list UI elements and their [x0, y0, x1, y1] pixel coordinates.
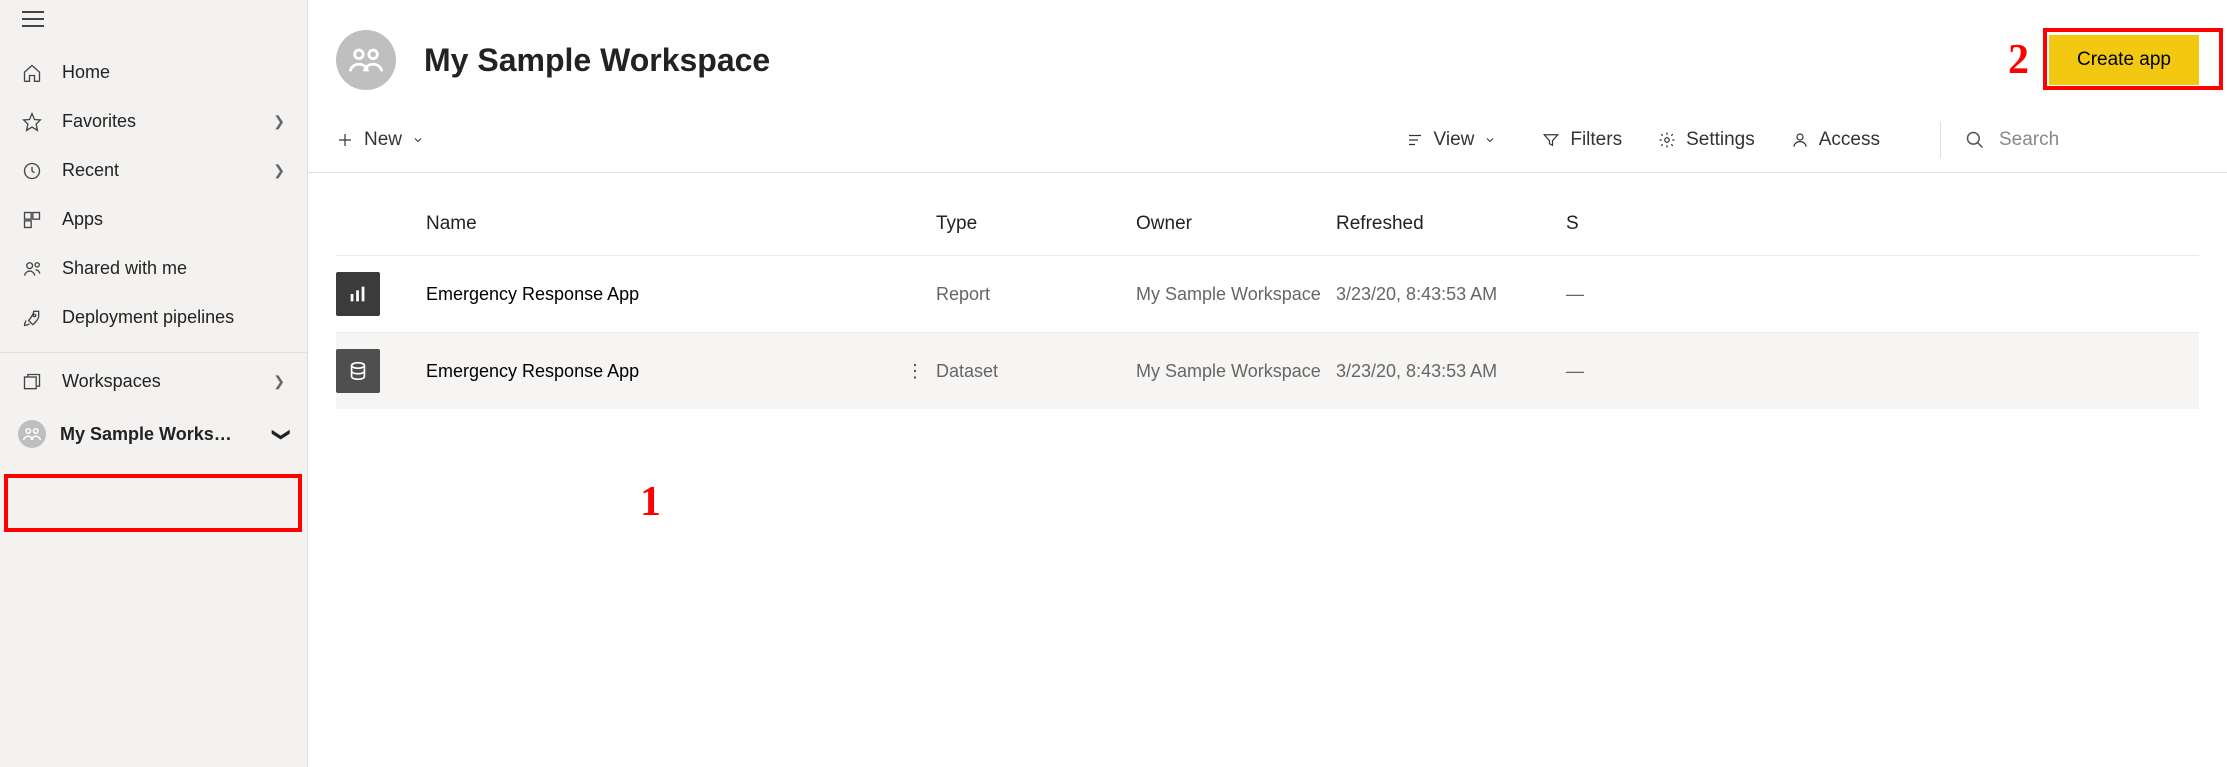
- sidebar-item-favorites[interactable]: Favorites ❯: [0, 97, 307, 146]
- workspaces-icon: [22, 372, 50, 392]
- settings-button[interactable]: Settings: [1658, 129, 1755, 151]
- view-button[interactable]: View: [1406, 129, 1507, 151]
- shared-icon: [22, 259, 50, 279]
- annotation-box-2: [2043, 28, 2223, 90]
- col-header-sensitivity[interactable]: S: [1566, 213, 2199, 235]
- new-label: New: [364, 129, 402, 151]
- page-title: My Sample Workspace: [424, 42, 770, 79]
- sidebar-item-label: Workspaces: [62, 371, 273, 392]
- chevron-down-icon: [1484, 134, 1496, 146]
- table-header-row: Name Type Owner Refreshed S: [336, 193, 2199, 255]
- home-icon: [22, 63, 50, 83]
- annotation-box-1: [4, 474, 302, 532]
- sidebar-current-workspace[interactable]: My Sample Works… ❯: [0, 406, 307, 462]
- workspace-avatar-icon: [18, 420, 46, 448]
- item-type: Dataset: [936, 361, 1136, 382]
- access-label: Access: [1819, 129, 1880, 151]
- item-name: Emergency Response App: [426, 361, 906, 382]
- sidebar-item-label: Recent: [62, 160, 273, 181]
- item-sensitivity: —: [1566, 361, 2199, 382]
- rocket-icon: [22, 308, 50, 328]
- star-icon: [22, 112, 50, 132]
- sidebar-item-home[interactable]: Home: [0, 48, 307, 97]
- item-sensitivity: —: [1566, 284, 2199, 305]
- sidebar-item-label: Apps: [62, 209, 285, 230]
- access-button[interactable]: Access: [1791, 129, 1880, 151]
- toolbar: New View Filters Settings: [308, 108, 2227, 173]
- annotation-number-2: 2: [2008, 36, 2029, 84]
- sidebar-item-workspaces[interactable]: Workspaces ❯: [0, 357, 307, 406]
- col-header-refreshed[interactable]: Refreshed: [1336, 213, 1566, 235]
- current-workspace-label: My Sample Works…: [60, 424, 274, 445]
- person-icon: [1791, 131, 1809, 149]
- filter-icon: [1542, 131, 1560, 149]
- settings-label: Settings: [1686, 129, 1755, 151]
- view-label: View: [1434, 129, 1475, 151]
- annotation-number-1: 1: [640, 478, 661, 526]
- workspace-avatar-icon: [336, 30, 396, 90]
- chevron-down-icon: ❯: [271, 426, 292, 441]
- col-header-type[interactable]: Type: [936, 213, 1136, 235]
- sidebar-item-deployment[interactable]: Deployment pipelines: [0, 293, 307, 342]
- toolbar-separator: [1940, 122, 1941, 158]
- view-icon: [1406, 131, 1424, 149]
- table-row[interactable]: Emergency Response App ⋮ Dataset My Samp…: [336, 332, 2199, 409]
- search-box[interactable]: [1965, 129, 2199, 151]
- filters-button[interactable]: Filters: [1542, 129, 1622, 151]
- chevron-right-icon: ❯: [273, 162, 285, 179]
- clock-icon: [22, 161, 50, 181]
- new-button[interactable]: New: [336, 129, 434, 151]
- col-header-name[interactable]: Name: [426, 213, 906, 235]
- report-icon: [336, 272, 380, 316]
- col-header-owner[interactable]: Owner: [1136, 213, 1336, 235]
- chevron-down-icon: [412, 134, 424, 146]
- chevron-right-icon: ❯: [273, 373, 285, 390]
- sidebar-item-label: Favorites: [62, 111, 273, 132]
- sidebar-bottom: Workspaces ❯ My Sample Works… ❯: [0, 352, 307, 462]
- sidebar-item-apps[interactable]: Apps: [0, 195, 307, 244]
- table-row[interactable]: Emergency Response App Report My Sample …: [336, 255, 2199, 332]
- sidebar-item-recent[interactable]: Recent ❯: [0, 146, 307, 195]
- search-input[interactable]: [1999, 129, 2199, 151]
- nav-list: Home Favorites ❯ Recent ❯ Apps S: [0, 38, 307, 342]
- sidebar-item-shared[interactable]: Shared with me: [0, 244, 307, 293]
- sidebar-item-label: Deployment pipelines: [62, 307, 285, 328]
- sidebar-item-label: Shared with me: [62, 258, 285, 279]
- sidebar: Home Favorites ❯ Recent ❯ Apps S: [0, 0, 308, 767]
- gear-icon: [1658, 131, 1676, 149]
- content-table: Name Type Owner Refreshed S Emergency Re…: [308, 173, 2227, 409]
- dataset-icon: [336, 349, 380, 393]
- search-icon: [1965, 130, 1985, 150]
- hamburger-menu[interactable]: [0, 0, 307, 38]
- workspace-header: My Sample Workspace Create app: [308, 20, 2227, 108]
- plus-icon: [336, 131, 354, 149]
- chevron-right-icon: ❯: [273, 113, 285, 130]
- item-name: Emergency Response App: [426, 284, 906, 305]
- apps-icon: [22, 210, 50, 230]
- main-content: My Sample Workspace Create app New View: [308, 0, 2227, 767]
- item-type: Report: [936, 284, 1136, 305]
- sidebar-item-label: Home: [62, 62, 285, 83]
- item-refreshed: 3/23/20, 8:43:53 AM: [1336, 284, 1566, 305]
- item-refreshed: 3/23/20, 8:43:53 AM: [1336, 361, 1566, 382]
- item-owner: My Sample Workspace: [1136, 284, 1336, 305]
- more-options-icon[interactable]: ⋮: [906, 361, 924, 381]
- item-owner: My Sample Workspace: [1136, 361, 1336, 382]
- filters-label: Filters: [1570, 129, 1622, 151]
